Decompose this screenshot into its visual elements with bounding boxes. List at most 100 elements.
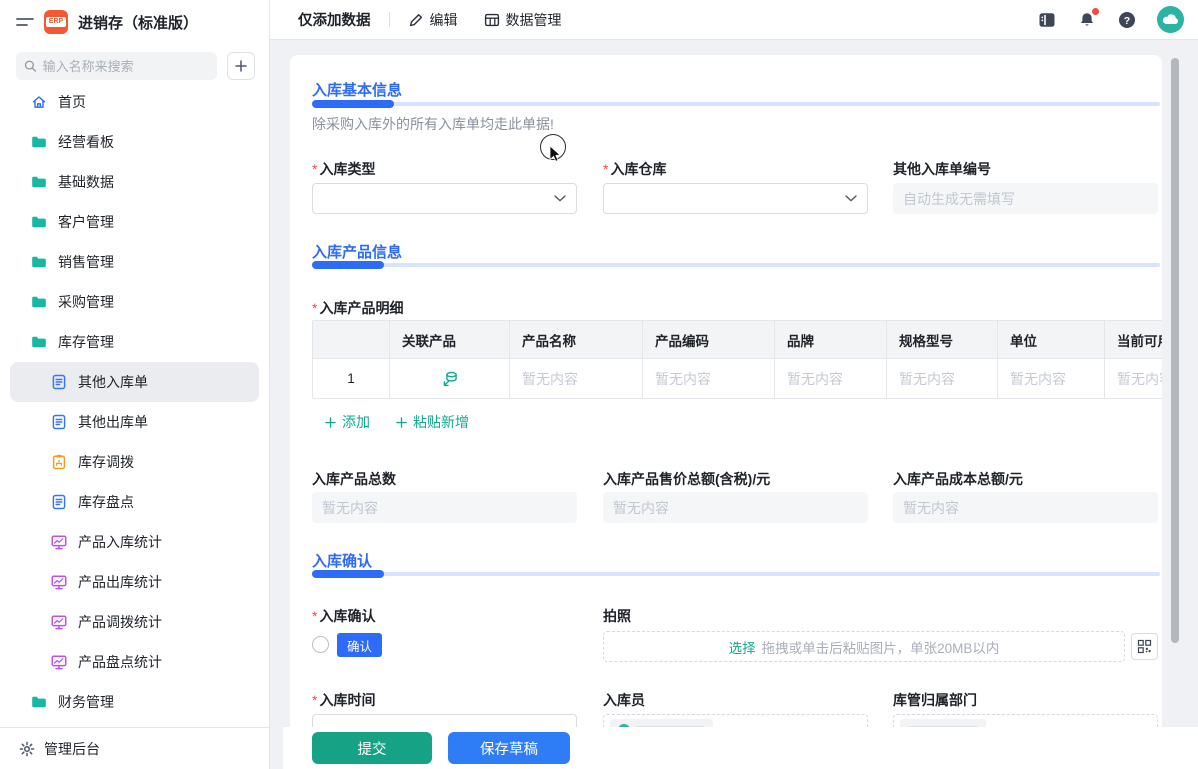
- table-header-unit: 单位: [998, 321, 1105, 358]
- progress-pill: [312, 261, 384, 269]
- table-grid-icon: [484, 12, 500, 28]
- gear-icon: [18, 740, 36, 758]
- section-desc-basic: 除采购入库外的所有入库单均走此单据!: [312, 114, 554, 134]
- user-avatar[interactable]: [1157, 6, 1184, 33]
- upload-select-link[interactable]: 选择: [729, 637, 756, 657]
- section-progress-confirm: [312, 570, 1160, 578]
- sidebar-item-label: 产品调拨统计: [78, 612, 162, 632]
- inbound-type-select[interactable]: [312, 183, 577, 214]
- total-sale-input: [603, 492, 868, 523]
- folder-icon: [30, 293, 48, 311]
- topbar-right: [1037, 6, 1198, 33]
- submit-button[interactable]: 提交: [312, 732, 432, 764]
- sidebar-item-label: 首页: [58, 92, 86, 112]
- save-draft-button[interactable]: 保存草稿: [448, 732, 570, 764]
- sidebar-item-label: 其他出库单: [78, 412, 148, 432]
- progress-track: [312, 102, 1160, 106]
- side-panel-toggle-icon[interactable]: [1037, 10, 1057, 30]
- sidebar-item-customer[interactable]: 客户管理: [10, 202, 259, 242]
- folder-icon: [30, 253, 48, 271]
- sidebar-item-stock-check[interactable]: 库存盘点: [10, 482, 259, 522]
- section-title-products: 入库产品信息: [312, 241, 402, 262]
- sidebar-item-other-inbound[interactable]: 其他入库单: [10, 362, 259, 402]
- edit-button[interactable]: 编辑: [408, 10, 458, 30]
- product-code-cell[interactable]: 暂无内容: [643, 359, 775, 398]
- divider: [389, 12, 390, 27]
- admin-backend-label: 管理后台: [44, 739, 100, 759]
- sidebar-item-base-data[interactable]: 基础数据: [10, 162, 259, 202]
- paste-add-button[interactable]: 粘贴新增: [396, 412, 469, 432]
- help-icon[interactable]: [1117, 10, 1137, 30]
- menu-collapse-icon[interactable]: [16, 15, 34, 29]
- link-record-icon: [441, 370, 459, 388]
- clipboard-icon: [50, 453, 68, 471]
- add-node-button[interactable]: [227, 52, 255, 80]
- sidebar-item-sales[interactable]: 销售管理: [10, 242, 259, 282]
- total-count-input: [312, 492, 577, 523]
- search-box[interactable]: [16, 52, 217, 80]
- sidebar-item-home[interactable]: 首页: [10, 82, 259, 122]
- photo-upload-dropzone[interactable]: 选择 拖拽或单击后粘贴图片，单张20MB以内: [603, 631, 1125, 662]
- linked-product-cell[interactable]: [390, 359, 510, 398]
- unit-cell[interactable]: 暂无内容: [998, 359, 1105, 398]
- sidebar-item-other-outbound[interactable]: 其他出库单: [10, 402, 259, 442]
- plus-icon: [396, 417, 407, 428]
- folder-icon: [30, 333, 48, 351]
- field-label-inbound-warehouse: 入库仓库: [603, 159, 666, 179]
- folder-icon: [30, 693, 48, 711]
- sidebar: ERP 进销存（标准版） 首页 经营看板 基础数据: [0, 0, 270, 769]
- confirm-radio[interactable]: [312, 636, 329, 653]
- chart-monitor-icon: [50, 533, 68, 551]
- search-input[interactable]: [43, 59, 209, 74]
- sidebar-item-label: 库存管理: [58, 332, 114, 352]
- admin-backend-button[interactable]: 管理后台: [0, 727, 269, 769]
- sidebar-item-label: 采购管理: [58, 292, 114, 312]
- product-detail-table: 关联产品 产品名称 产品编码 品牌 规格型号 单位 当前可用库存 1 暂无内容 …: [312, 320, 1162, 399]
- chart-monitor-icon: [50, 653, 68, 671]
- sidebar-item-stock-transfer[interactable]: 库存调拨: [10, 442, 259, 482]
- confirm-option-button[interactable]: 确认: [337, 633, 382, 657]
- sidebar-item-label: 经营看板: [58, 132, 114, 152]
- table-row: 1 暂无内容 暂无内容 暂无内容 暂无内容 暂无内容 暂无内容: [313, 359, 1162, 398]
- sidebar-item-check-stats[interactable]: 产品盘点统计: [10, 642, 259, 682]
- sidebar-item-dashboard[interactable]: 经营看板: [10, 122, 259, 162]
- sidebar-item-outbound-stats[interactable]: 产品出库统计: [10, 562, 259, 602]
- sidebar-menu: 首页 经营看板 基础数据 客户管理 销售管理 采购管理: [0, 82, 269, 722]
- sidebar-item-label: 基础数据: [58, 172, 114, 192]
- upload-hint: 拖拽或单击后粘贴图片，单张20MB以内: [762, 637, 1000, 657]
- form-card: 入库基本信息 除采购入库外的所有入库单均走此单据! 入库类型 入库仓库 其他入库…: [290, 55, 1162, 769]
- sidebar-item-label: 产品出库统计: [78, 572, 162, 592]
- search-icon: [24, 59, 37, 73]
- sidebar-item-purchase[interactable]: 采购管理: [10, 282, 259, 322]
- sidebar-header: ERP 进销存（标准版）: [0, 0, 269, 44]
- table-header-available-stock: 当前可用库存: [1105, 321, 1162, 358]
- spec-cell[interactable]: 暂无内容: [887, 359, 998, 398]
- field-label-confirm: 入库确认: [312, 606, 375, 626]
- chevron-down-icon: [845, 195, 857, 202]
- data-manage-button[interactable]: 数据管理: [484, 10, 562, 30]
- topbar-left: 仅添加数据 编辑 数据管理: [270, 9, 588, 30]
- form-mode-label: 仅添加数据: [298, 9, 371, 30]
- sidebar-item-label: 客户管理: [58, 212, 114, 232]
- available-stock-cell[interactable]: 暂无内容: [1105, 359, 1162, 398]
- sidebar-item-inbound-stats[interactable]: 产品入库统计: [10, 522, 259, 562]
- notification-bell-icon[interactable]: [1077, 10, 1097, 30]
- folder-icon: [30, 173, 48, 191]
- sidebar-item-inventory[interactable]: 库存管理: [10, 322, 259, 362]
- table-header-spec: 规格型号: [887, 321, 998, 358]
- order-no-input: [893, 183, 1158, 214]
- sidebar-item-transfer-stats[interactable]: 产品调拨统计: [10, 602, 259, 642]
- app-title: 进销存（标准版）: [78, 12, 198, 33]
- product-name-cell[interactable]: 暂无内容: [510, 359, 643, 398]
- inbound-warehouse-select[interactable]: [603, 183, 868, 214]
- sidebar-item-label: 库存调拨: [78, 452, 134, 472]
- scan-qr-button[interactable]: [1131, 633, 1158, 660]
- vertical-scrollbar[interactable]: [1171, 58, 1179, 643]
- brand-cell[interactable]: 暂无内容: [775, 359, 887, 398]
- field-label-total-count: 入库产品总数: [312, 469, 396, 489]
- progress-track: [312, 572, 1160, 576]
- sidebar-item-finance[interactable]: 财务管理: [10, 682, 259, 722]
- sidebar-item-label: 销售管理: [58, 252, 114, 272]
- add-row-button[interactable]: 添加: [325, 412, 370, 432]
- progress-track: [312, 263, 1160, 267]
